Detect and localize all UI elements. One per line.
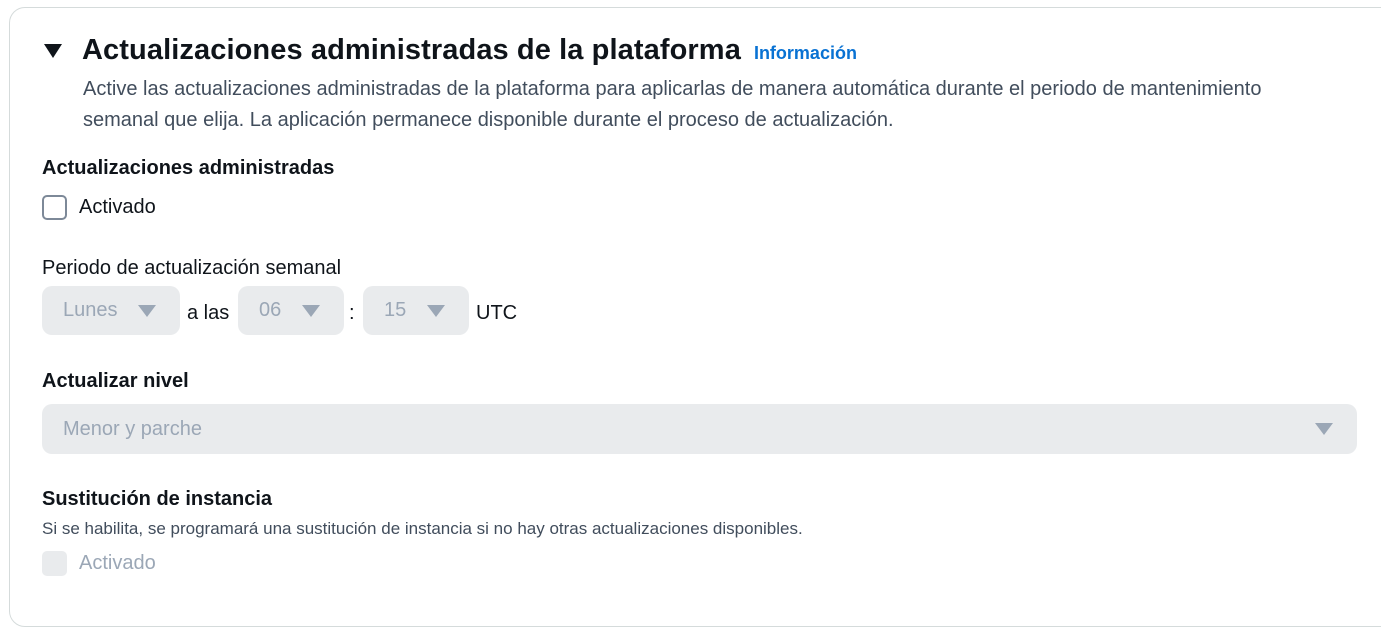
managed-updates-checkbox[interactable] [42,195,67,220]
instance-replacement-checkbox-row[interactable]: Activado [42,551,156,576]
chevron-down-icon [427,305,445,317]
info-link[interactable]: Información [754,43,857,64]
chevron-down-icon [138,305,156,317]
instance-replacement-checkbox[interactable] [42,551,67,576]
section-header: Actualizaciones administradas de la plat… [44,34,857,67]
instance-replacement-label: Sustitución de instancia [42,488,273,510]
managed-updates-checkbox-row[interactable]: Activado [42,195,156,220]
minute-select[interactable]: 15 [363,286,469,335]
timezone-label: UTC [476,302,518,324]
instance-replacement-checkbox-label[interactable]: Activado [79,552,156,575]
chevron-down-icon [302,305,320,317]
weekly-window-label: Periodo de actualización semanal [42,257,342,279]
hour-select[interactable]: 06 [238,286,344,335]
section-title[interactable]: Actualizaciones administradas de la plat… [82,34,741,67]
hour-select-value: 06 [259,299,282,321]
at-text: a las [187,302,230,324]
time-separator: : [349,302,355,324]
day-select[interactable]: Lunes [42,286,180,335]
chevron-down-icon [1315,423,1333,435]
update-level-select[interactable]: Menor y parche [42,404,1357,454]
update-level-label: Actualizar nivel [42,370,189,392]
day-select-value: Lunes [63,299,118,321]
update-level-value: Menor y parche [63,417,202,440]
managed-updates-label: Actualizaciones administradas [42,157,335,179]
minute-select-value: 15 [384,299,407,321]
managed-updates-checkbox-label[interactable]: Activado [79,196,156,219]
instance-replacement-help: Si se habilita, se programará una sustit… [42,519,803,538]
caret-down-icon[interactable] [44,43,62,59]
section-description: Active las actualizaciones administradas… [83,78,1262,131]
